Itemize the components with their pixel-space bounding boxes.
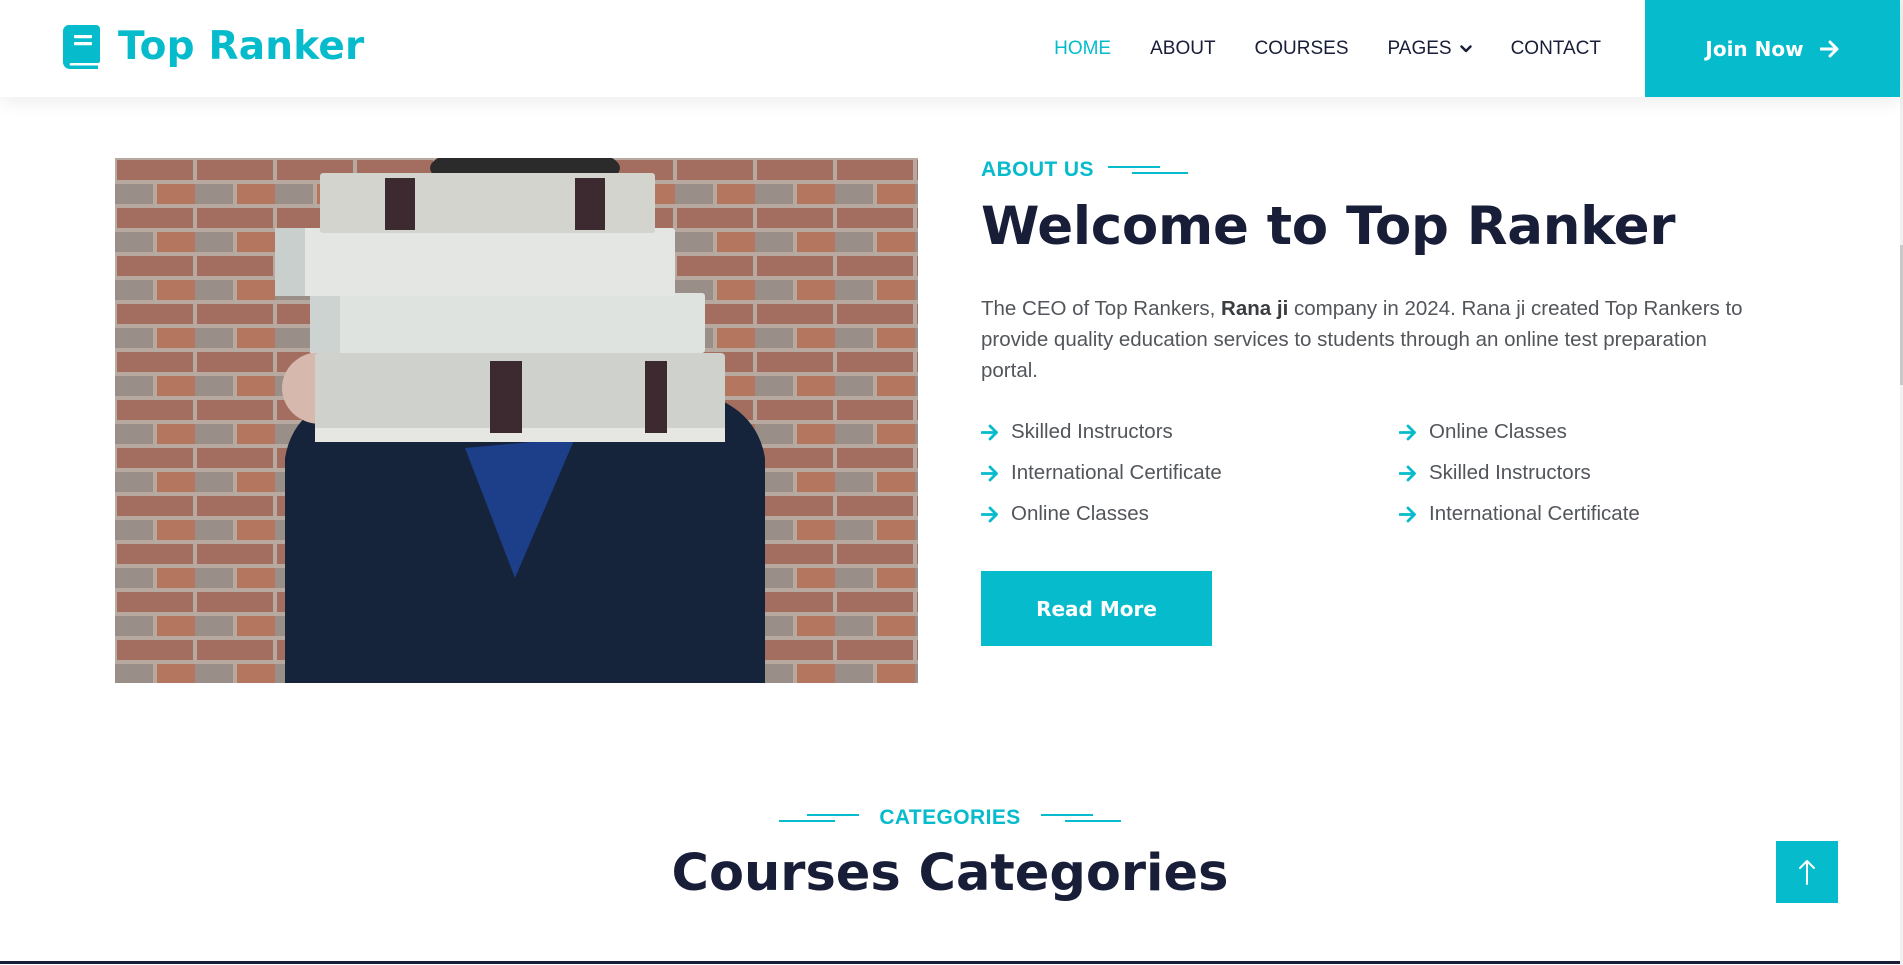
arrow-right-icon	[1819, 40, 1839, 57]
tag-decoration-left	[779, 811, 860, 825]
feature-item: Skilled Instructors	[1399, 461, 1759, 485]
nav-contact-label: CONTACT	[1510, 37, 1601, 59]
book-icon	[62, 24, 100, 69]
nav-courses[interactable]: COURSES	[1255, 38, 1349, 60]
about-section: ABOUT US Welcome to Top Ranker The CEO o…	[981, 158, 1761, 646]
nav-pages-label: PAGES	[1387, 37, 1452, 59]
arrow-right-icon	[1399, 506, 1416, 522]
nav-courses-label: COURSES	[1254, 37, 1349, 59]
feature-label: International Certificate	[1429, 502, 1640, 525]
arrow-right-icon	[981, 465, 998, 481]
feature-label: International Certificate	[1011, 461, 1222, 484]
feature-list: Skilled Instructors Online Classes Inter…	[981, 420, 1761, 526]
nav-about[interactable]: ABOUT	[1150, 38, 1215, 60]
about-tag-label: ABOUT US	[981, 158, 1094, 181]
join-now-label: Join Now	[1705, 36, 1804, 61]
about-description: The CEO of Top Rankers, Rana ji company …	[981, 293, 1751, 386]
join-now-button[interactable]: Join Now	[1645, 0, 1900, 97]
arrow-right-icon	[1399, 424, 1416, 440]
read-more-label: Read More	[1036, 596, 1157, 621]
categories-section: CATEGORIES Courses Categories	[0, 806, 1900, 903]
about-image	[115, 158, 918, 683]
about-title: Welcome to Top Ranker	[981, 196, 1676, 257]
navbar: Top Ranker HOME ABOUT COURSES PAGES CONT…	[0, 0, 1900, 97]
arrow-right-icon	[981, 506, 998, 522]
feature-item: Skilled Instructors	[981, 420, 1399, 444]
brand-logo[interactable]: Top Ranker	[62, 24, 364, 69]
tag-decoration	[1107, 163, 1188, 177]
tag-decoration-right	[1040, 811, 1121, 825]
feature-item: Online Classes	[981, 502, 1399, 526]
arrow-right-icon	[1399, 465, 1416, 481]
feature-label: Skilled Instructors	[1429, 461, 1591, 484]
categories-tag-label: CATEGORIES	[879, 806, 1021, 829]
feature-item: International Certificate	[981, 461, 1399, 485]
arrow-right-icon	[981, 424, 998, 440]
about-desc-bold: Rana ji	[1221, 297, 1289, 320]
nav-pages-dropdown[interactable]: PAGES	[1388, 38, 1472, 60]
chevron-down-icon	[1459, 44, 1472, 52]
feature-label: Skilled Instructors	[1011, 420, 1173, 443]
feature-label: Online Classes	[1429, 420, 1567, 443]
back-to-top-button[interactable]	[1776, 841, 1838, 903]
divider	[0, 961, 1900, 964]
feature-item: Online Classes	[1399, 420, 1759, 444]
nav-menu: HOME ABOUT COURSES PAGES CONTACT	[1015, 0, 1601, 97]
nav-about-label: ABOUT	[1150, 37, 1216, 59]
feature-item: International Certificate	[1399, 502, 1759, 526]
about-desc-pre: The CEO of Top Rankers,	[981, 297, 1222, 320]
feature-label: Online Classes	[1011, 502, 1149, 525]
nav-contact[interactable]: CONTACT	[1511, 38, 1601, 60]
brand-name: Top Ranker	[118, 24, 365, 69]
nav-home-label: HOME	[1054, 37, 1112, 59]
read-more-button[interactable]: Read More	[981, 571, 1212, 646]
categories-tag: CATEGORIES	[0, 806, 1900, 830]
about-tag: ABOUT US	[981, 158, 1761, 182]
nav-home[interactable]: HOME	[1054, 38, 1111, 60]
categories-title: Courses Categories	[671, 844, 1229, 903]
person-holding-books-photo	[115, 158, 918, 683]
arrow-up-icon	[1799, 860, 1815, 885]
